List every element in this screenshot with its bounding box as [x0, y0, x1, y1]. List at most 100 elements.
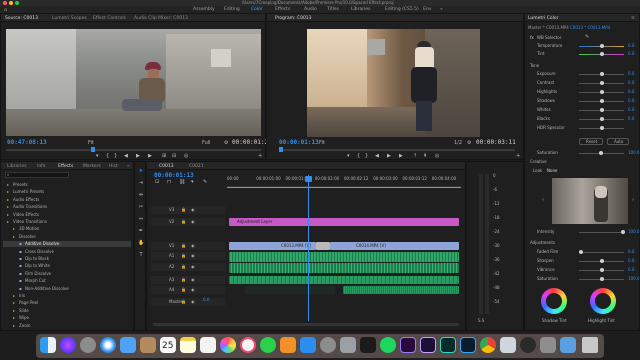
workspace-tab[interactable]: Audio — [304, 7, 317, 12]
slider-value[interactable]: 0.0 — [628, 81, 634, 85]
track-header[interactable]: Master 🔒 ◉ — [151, 298, 225, 306]
books-icon[interactable] — [280, 337, 296, 353]
photoshop-icon[interactable] — [460, 337, 476, 353]
timeline-timecode[interactable]: 00:00:01:13 — [154, 173, 194, 179]
disk-utility-icon[interactable] — [340, 337, 356, 353]
eye-icon[interactable]: ◉ — [191, 220, 195, 224]
export-frame-icon[interactable]: ◎ — [184, 154, 188, 159]
screenshot-icon[interactable] — [540, 337, 556, 353]
workspace-overflow-icon[interactable]: » — [440, 7, 443, 12]
audio-clip[interactable] — [229, 263, 459, 273]
slider-value[interactable]: 0.0 — [628, 44, 634, 48]
terminal-icon[interactable] — [360, 337, 376, 353]
effects-tree-item[interactable]: ▪ Dip to Black — [3, 256, 131, 262]
slider-adjustment[interactable]: Saturation 100.0 — [529, 276, 639, 282]
slider-tone[interactable]: Exposure 0.0 — [529, 71, 634, 77]
effects-tree-item[interactable]: ▸ Lumetri Presets — [3, 189, 131, 195]
slider-adjustment[interactable]: Sharpen 0.0 — [529, 258, 634, 264]
audio-clip[interactable] — [229, 276, 459, 284]
slider-tone[interactable]: Contrast 0.0 — [529, 80, 634, 86]
pen-tool-icon[interactable]: ✒ — [138, 228, 144, 234]
tab-overflow-icon[interactable]: » — [127, 164, 130, 169]
look-select[interactable]: None — [547, 169, 557, 173]
effects-tree-item[interactable]: ▸ Page Peel — [3, 300, 131, 306]
export-frame-icon[interactable]: ◎ — [435, 154, 439, 159]
track-select-tool-icon[interactable]: ⇥ — [138, 180, 144, 186]
eye-icon[interactable]: ◉ — [191, 208, 195, 212]
source-add-button-icon[interactable]: + — [258, 154, 262, 159]
program-video-frame[interactable] — [307, 29, 480, 137]
slider-value[interactable]: 0.0 — [628, 117, 634, 121]
slider-saturation[interactable]: Saturation 100.0 — [529, 150, 639, 156]
meter-solo-buttons[interactable]: S S — [478, 319, 484, 323]
fx-badge[interactable]: fx — [530, 36, 534, 40]
close-window-icon[interactable] — [3, 1, 7, 5]
track-header[interactable]: A2 🔒 ◉ — [151, 263, 225, 271]
slider-knob[interactable] — [579, 250, 584, 254]
step-back-icon[interactable]: ◀︎ — [375, 154, 379, 159]
slider-value[interactable]: 100.0 — [628, 151, 639, 155]
eye-icon[interactable]: ◉ — [191, 288, 195, 292]
app-store-icon[interactable] — [300, 337, 316, 353]
finder-icon[interactable] — [40, 337, 56, 353]
launchpad-icon[interactable] — [80, 337, 96, 353]
tab-lumetri-color[interactable]: Lumetri Color — [528, 16, 558, 21]
program-add-button-icon[interactable]: + — [516, 154, 520, 159]
video-clip[interactable]: C0013.MP4 [V] — [229, 242, 316, 250]
linked-selection-icon[interactable]: ⛓ — [179, 180, 185, 185]
slider-tone[interactable]: HDR Specular — [529, 125, 634, 131]
slider-knob[interactable] — [599, 151, 603, 155]
slider-tone[interactable]: Whites 0.0 — [529, 107, 634, 113]
lift-icon[interactable]: ⇡ — [413, 154, 417, 159]
slider-track[interactable] — [579, 252, 624, 253]
effects-tree-item[interactable]: ▸ Dissolve — [3, 234, 131, 240]
audio-clip[interactable] — [229, 252, 459, 262]
track-header[interactable]: V2 🔒 ◉ — [151, 218, 225, 226]
slider-value[interactable]: 100.0 — [628, 277, 639, 281]
source-resolution-select[interactable]: Full — [202, 141, 211, 146]
slider-intensity[interactable]: Intensity 100.0 — [529, 229, 639, 235]
slider-knob[interactable] — [599, 126, 604, 130]
effects-tree-item[interactable]: ▸ Iris — [3, 293, 131, 299]
effects-tree-item[interactable]: ▸ 3D Motion — [3, 226, 131, 232]
lock-icon[interactable]: 🔒 — [181, 254, 186, 258]
playhead-handle[interactable] — [305, 176, 312, 182]
slider-tone[interactable]: Highlights 0.0 — [529, 89, 634, 95]
tab-libraries[interactable]: Libraries — [7, 164, 26, 169]
messages-icon[interactable] — [260, 337, 276, 353]
mark-in-icon[interactable]: { — [106, 154, 109, 159]
track-header[interactable]: A3 🔒 ◉ — [151, 276, 225, 284]
audio-clip[interactable] — [245, 286, 335, 294]
program-fit-select[interactable]: Fit — [319, 141, 325, 146]
tab-audio-clip-mixer[interactable]: Audio Clip Mixer: C0013 — [134, 16, 188, 21]
ripple-edit-tool-icon[interactable]: ⇹ — [138, 192, 144, 198]
step-back-icon[interactable]: ◀︎ — [124, 154, 128, 159]
work-area-bar[interactable] — [227, 187, 461, 188]
type-tool-icon[interactable]: T — [138, 252, 144, 258]
itunes-icon[interactable] — [240, 337, 256, 353]
slider-value[interactable]: 0.0 — [628, 250, 634, 254]
source-video-frame[interactable] — [6, 29, 261, 136]
snap-icon[interactable]: ⊓ — [167, 180, 171, 185]
slider-track[interactable] — [579, 232, 624, 233]
spotify-icon[interactable] — [380, 337, 396, 353]
slider-value[interactable]: 0.0 — [628, 268, 634, 272]
panel-menu-icon[interactable]: ≡ — [631, 16, 635, 21]
slider-value[interactable]: 0.0 — [628, 72, 634, 76]
audition-icon[interactable] — [440, 337, 456, 353]
trash-icon[interactable] — [582, 337, 598, 353]
slider-value[interactable]: 0.0 — [628, 90, 634, 94]
siri-icon[interactable] — [60, 337, 76, 353]
eye-icon[interactable]: ◉ — [191, 278, 195, 282]
insert-icon[interactable]: ⊞ — [162, 154, 166, 159]
wrench-icon[interactable]: ⚙ — [224, 141, 228, 146]
search-input[interactable] — [5, 172, 69, 178]
mark-out-icon[interactable]: } — [365, 154, 368, 159]
effects-tree-item[interactable]: ▪ Dip to White — [3, 263, 131, 269]
track-header[interactable]: V1 🔒 ◉ — [151, 242, 225, 250]
effects-tree-item[interactable]: ▪ Non-Additive Dissolve — [3, 286, 131, 292]
video-clip[interactable]: C0014.MP4 [V] — [330, 242, 459, 250]
effects-tree-item[interactable]: ▸ Audio Transitions — [3, 204, 131, 210]
tab-program[interactable]: Program: C0013 — [275, 16, 312, 21]
workspace-tab[interactable]: Libraries — [351, 7, 370, 12]
